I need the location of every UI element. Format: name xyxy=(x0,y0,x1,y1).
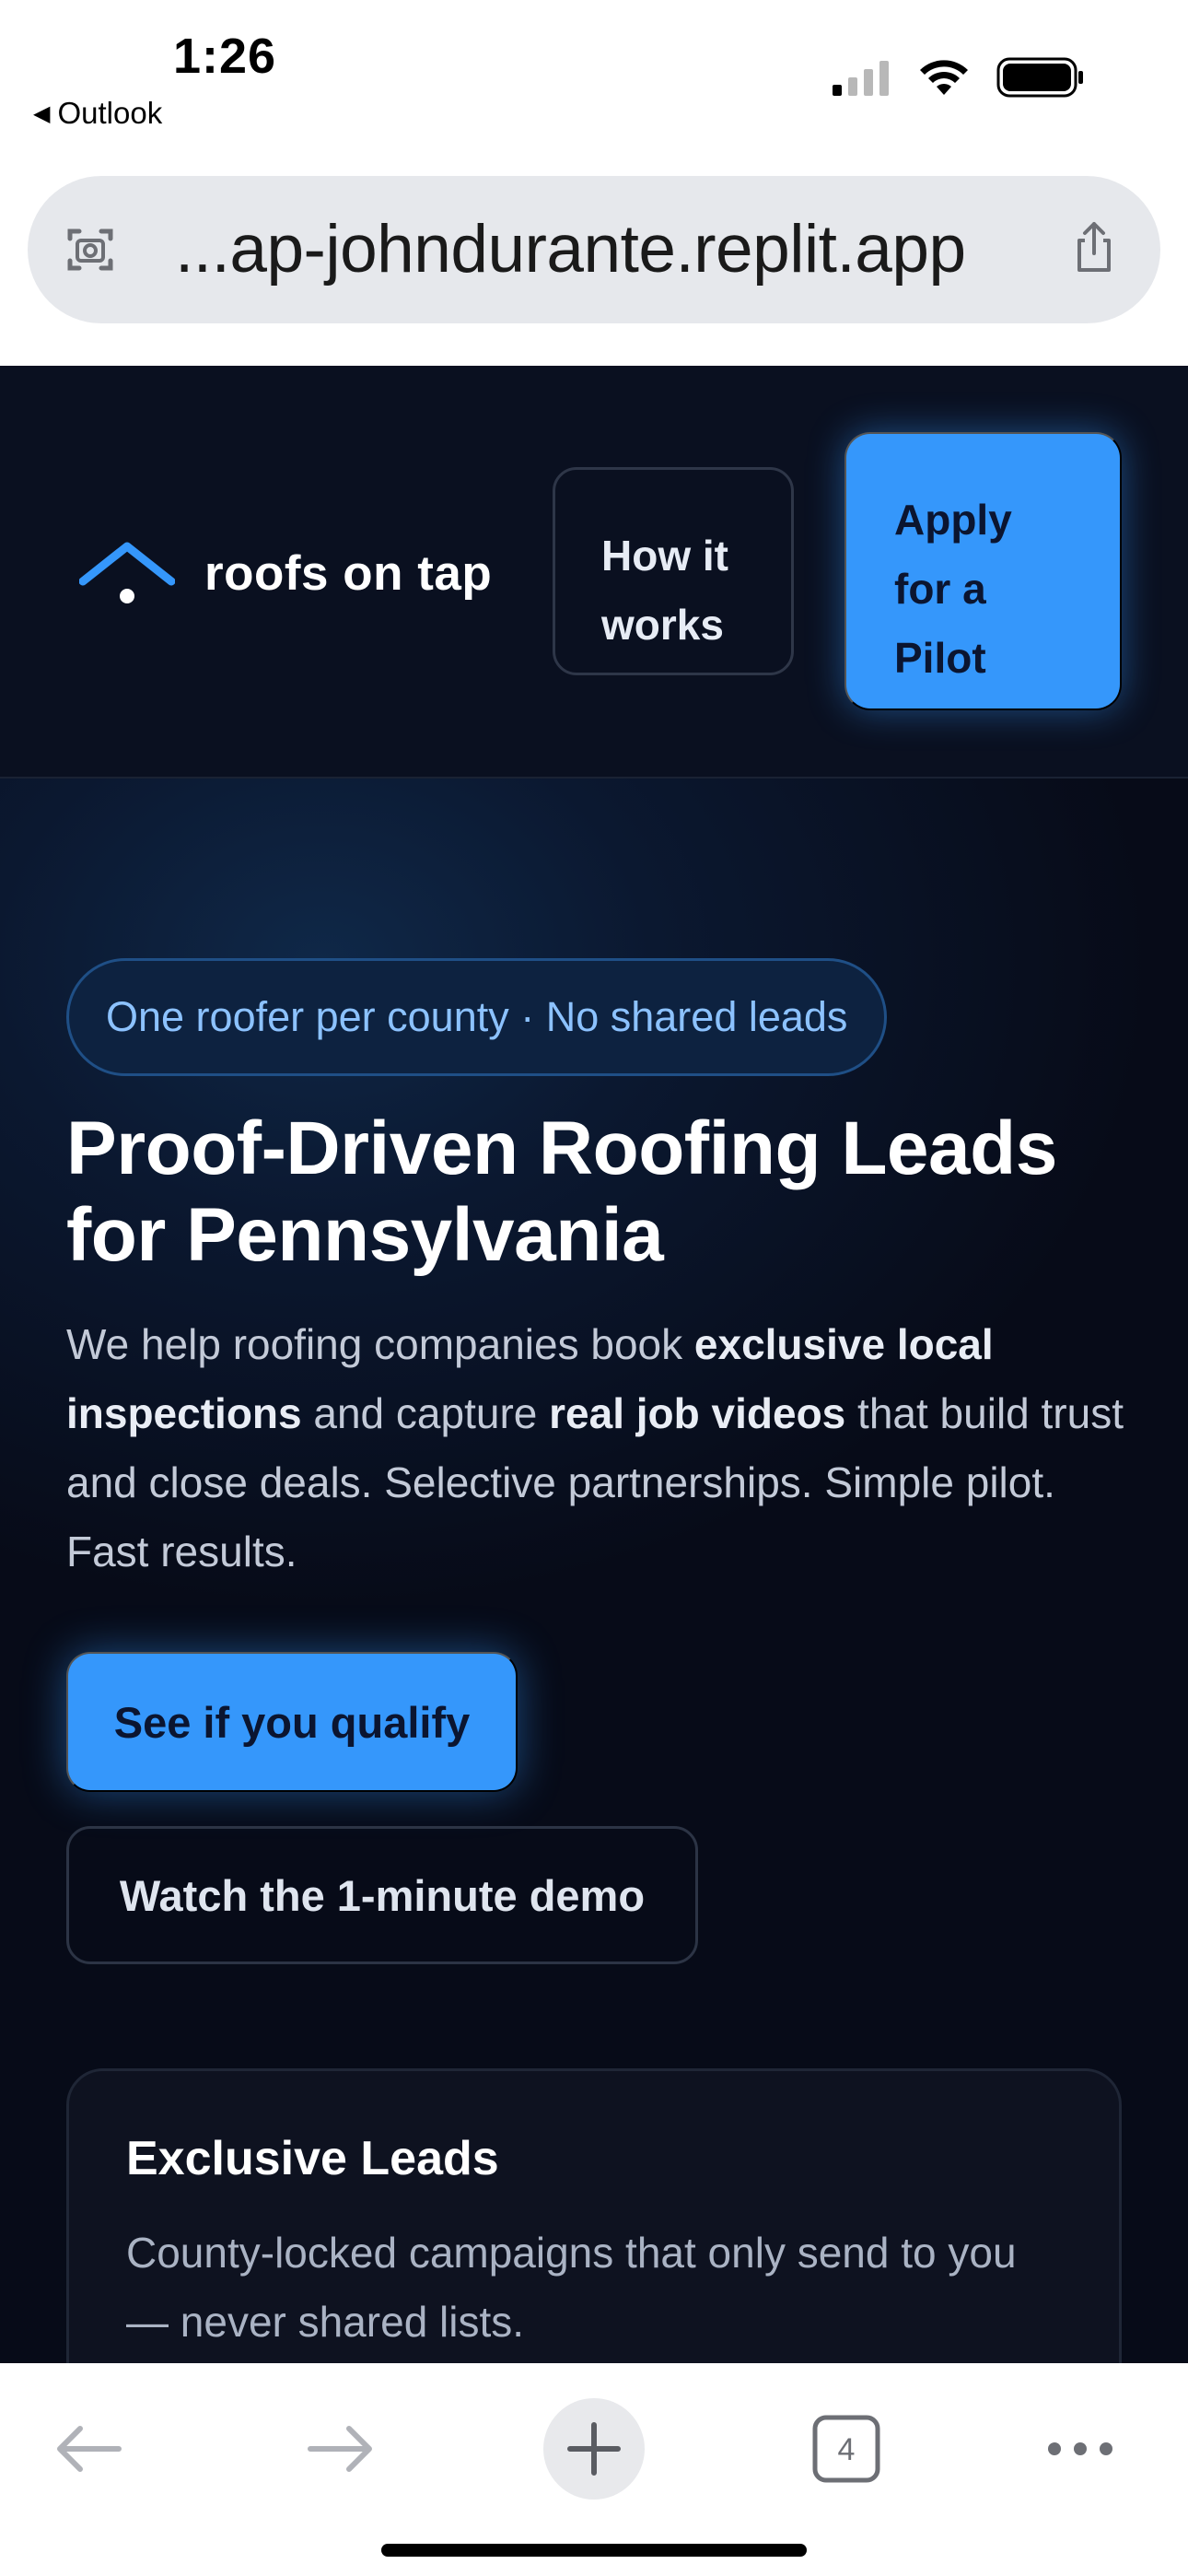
address-bar[interactable]: ...ap-johndurante.replit.app xyxy=(28,176,1160,323)
url-text[interactable]: ...ap-johndurante.replit.app xyxy=(175,211,966,287)
back-to-app-link[interactable]: ◀ Outlook xyxy=(33,96,162,131)
brand-logo[interactable]: roofs on tap xyxy=(79,541,492,605)
desc-part-2: and capture xyxy=(301,1389,550,1437)
browser-url-area: ...ap-johndurante.replit.app xyxy=(0,170,1188,366)
forward-arrow-icon[interactable] xyxy=(291,2398,392,2500)
phone-screen: 1:26 ◀ Outlook ...ap-johndurante.replit.… xyxy=(0,0,1188,2576)
hero-section: One roofer per county · No shared leads … xyxy=(0,779,1188,2455)
browser-toolbar: 4 xyxy=(0,2363,1188,2576)
home-indicator[interactable] xyxy=(381,2544,807,2557)
back-app-label: Outlook xyxy=(57,96,163,130)
hero-title: Proof-Driven Roofing Leads for Pennsylva… xyxy=(66,1107,1057,1277)
hero-description: We help roofing companies book exclusive… xyxy=(66,1310,1144,1587)
cellular-signal-icon xyxy=(833,61,889,96)
desc-part-1: We help roofing companies book xyxy=(66,1320,694,1368)
tab-count: 4 xyxy=(838,2432,856,2467)
watch-demo-button[interactable]: Watch the 1-minute demo xyxy=(66,1826,698,1964)
roof-logo-icon xyxy=(79,542,175,603)
back-arrow-icon[interactable] xyxy=(37,2398,138,2500)
see-if-qualify-button[interactable]: See if you qualify xyxy=(66,1652,518,1792)
more-dots-icon[interactable] xyxy=(1030,2398,1131,2500)
desc-bold-2: real job videos xyxy=(549,1389,846,1437)
site-header: roofs on tap How it works Apply for a Pi… xyxy=(0,366,1188,779)
plus-icon xyxy=(567,2422,621,2476)
how-it-works-button[interactable]: How it works xyxy=(553,467,794,675)
feature-card-title: Exclusive Leads xyxy=(126,2132,499,2185)
back-triangle-icon: ◀ xyxy=(33,100,51,126)
exclusivity-badge: One roofer per county · No shared leads xyxy=(66,958,888,1076)
status-time: 1:26 xyxy=(173,29,277,84)
new-tab-button[interactable] xyxy=(543,2398,645,2500)
brand-name: roofs on tap xyxy=(204,545,493,601)
page-tools-icon[interactable] xyxy=(61,220,120,279)
feature-card-text: County-locked campaigns that only send t… xyxy=(126,2229,1017,2346)
share-icon[interactable] xyxy=(1065,218,1124,277)
wifi-icon xyxy=(920,60,968,95)
apply-pilot-button[interactable]: Apply for a Pilot xyxy=(844,432,1122,710)
status-bar: 1:26 ◀ Outlook xyxy=(0,0,1188,170)
status-icons xyxy=(833,57,1085,98)
battery-icon xyxy=(996,57,1083,98)
tab-switcher-button[interactable]: 4 xyxy=(796,2398,897,2500)
